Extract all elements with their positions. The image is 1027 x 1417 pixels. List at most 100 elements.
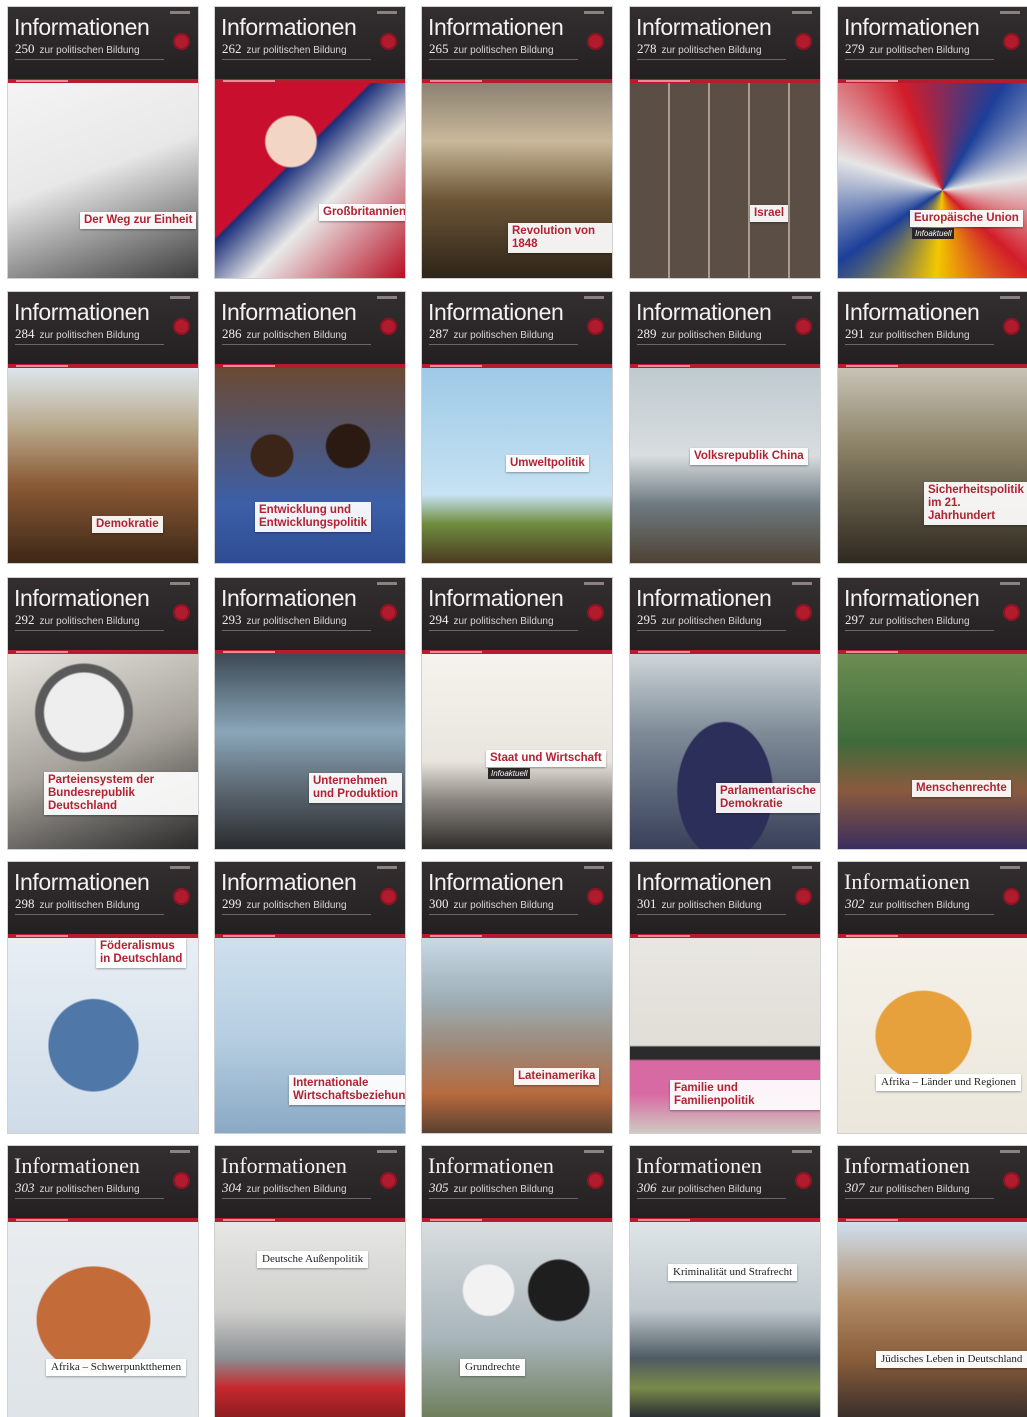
cover-card[interactable]: Informationen 298 zur politischen Bildung F… — [8, 862, 198, 1133]
corner-mark — [584, 582, 604, 585]
issue-number: 300 — [429, 896, 449, 911]
cover-card[interactable]: Informationen 289 zur politischen Bildung V… — [630, 292, 820, 563]
topic-label: Großbritannien — [319, 204, 405, 221]
issue-number: 294 — [429, 612, 449, 627]
topic-label: Föderalismus in Deutschland — [96, 938, 187, 968]
series-subtitle: zur politischen Bildung — [246, 330, 347, 341]
topic-label: Revolution von 1848 — [508, 223, 612, 253]
series-subtitle: zur politischen Bildung — [869, 45, 970, 56]
seal-icon — [795, 604, 812, 621]
topic-label: Volksrepublik China — [690, 448, 808, 465]
header-rule — [637, 1198, 786, 1199]
cover-card[interactable]: Informationen 284 zur politischen Bildung D… — [8, 292, 198, 563]
corner-mark — [170, 866, 190, 869]
series-title: Informationen — [636, 1153, 762, 1178]
cover-card[interactable]: Informationen 279 zur politischen Bildung E… — [838, 7, 1027, 278]
header-rule — [222, 914, 371, 915]
corner-mark — [792, 582, 812, 585]
cover-card[interactable]: Informationen 303 zur politischen Bildung A… — [8, 1146, 198, 1417]
issue-number: 284 — [15, 326, 35, 341]
red-strip — [422, 934, 612, 938]
issue-number: 299 — [222, 896, 242, 911]
issue-line: 307 zur politischen Bildung — [845, 1180, 970, 1196]
seal-icon — [587, 604, 604, 621]
header-rule — [637, 59, 786, 60]
series-subtitle: zur politischen Bildung — [246, 616, 347, 627]
series-subtitle: zur politischen Bildung — [39, 1184, 140, 1195]
cover-image — [8, 654, 198, 849]
cover-card[interactable]: Informationen 295 zur politischen Bildung P… — [630, 578, 820, 849]
cover-card[interactable]: Informationen 250 zur politischen Bildung D… — [8, 7, 198, 278]
issue-line: 279 zur politischen Bildung — [845, 41, 970, 57]
corner-mark — [170, 1150, 190, 1153]
cover-card[interactable]: Informationen 297 zur politischen Bildung M… — [838, 578, 1027, 849]
cover-card[interactable]: Informationen 302 zur politischen Bildung A… — [838, 862, 1027, 1133]
issue-line: 262 zur politischen Bildung — [222, 41, 347, 57]
cover-image — [215, 368, 405, 563]
issue-number: 305 — [429, 1180, 449, 1195]
seal-icon — [587, 33, 604, 50]
cover-header: Informationen 305 zur politischen Bildung — [422, 1146, 612, 1222]
issue-number: 291 — [845, 326, 865, 341]
cover-card[interactable]: Informationen 294 zur politischen Bildung S… — [422, 578, 612, 849]
cover-header: Informationen 302 zur politischen Bildung — [838, 862, 1027, 938]
red-strip — [8, 1218, 198, 1222]
issue-number: 298 — [15, 896, 35, 911]
issue-line: 303 zur politischen Bildung — [15, 1180, 140, 1196]
cover-card[interactable]: Informationen 300 zur politischen Bildung L… — [422, 862, 612, 1133]
cover-card[interactable]: Informationen 291 zur politischen Bildung S… — [838, 292, 1027, 563]
series-title: Informationen — [428, 14, 564, 40]
issue-number: 262 — [222, 41, 242, 56]
cover-header: Informationen 286 zur politischen Bildung — [215, 292, 405, 368]
corner-mark — [170, 582, 190, 585]
cover-header: Informationen 293 zur politischen Bildung — [215, 578, 405, 654]
cover-grid: Informationen 250 zur politischen Bildung D… — [0, 0, 1027, 1417]
cover-card[interactable]: Informationen 304 zur politischen Bildung D… — [215, 1146, 405, 1417]
series-title: Informationen — [428, 299, 564, 325]
cover-card[interactable]: Informationen 305 zur politischen Bildung G… — [422, 1146, 612, 1417]
red-strip — [838, 79, 1027, 83]
cover-card[interactable]: Informationen 265 zur politischen Bildung R… — [422, 7, 612, 278]
topic-label: Internationale Wirtschaftsbeziehungen — [289, 1075, 405, 1105]
header-rule — [15, 630, 164, 631]
header-rule — [845, 59, 994, 60]
seal-icon — [1003, 1172, 1020, 1189]
cover-card[interactable]: Informationen 287 zur politischen Bildung U… — [422, 292, 612, 563]
cover-card[interactable]: Informationen 293 zur politischen Bildung U… — [215, 578, 405, 849]
cover-header: Informationen 303 zur politischen Bildung — [8, 1146, 198, 1222]
seal-icon — [1003, 604, 1020, 621]
seal-icon — [1003, 33, 1020, 50]
series-title: Informationen — [636, 869, 772, 895]
series-title: Informationen — [14, 1153, 140, 1178]
series-title: Informationen — [636, 585, 772, 611]
cover-card[interactable]: Informationen 307 zur politischen Bildung J… — [838, 1146, 1027, 1417]
cover-card[interactable]: Informationen 262 zur politischen Bildung G… — [215, 7, 405, 278]
cover-card[interactable]: Informationen 299 zur politischen Bildung I… — [215, 862, 405, 1133]
issue-number: 292 — [15, 612, 35, 627]
cover-image — [838, 654, 1027, 849]
series-subtitle: zur politischen Bildung — [246, 1184, 347, 1195]
series-subtitle: zur politischen Bildung — [869, 616, 970, 627]
cover-card[interactable]: Informationen 278 zur politischen Bildung I… — [630, 7, 820, 278]
issue-line: 306 zur politischen Bildung — [637, 1180, 762, 1196]
seal-icon — [173, 318, 190, 335]
cover-image — [215, 654, 405, 849]
red-strip — [8, 650, 198, 654]
cover-card[interactable]: Informationen 286 zur politischen Bildung E… — [215, 292, 405, 563]
series-subtitle: zur politischen Bildung — [869, 330, 970, 341]
issue-line: 301 zur politischen Bildung — [637, 896, 762, 912]
header-rule — [15, 1198, 164, 1199]
cover-image — [8, 1222, 198, 1417]
corner-mark — [584, 1150, 604, 1153]
corner-mark — [377, 1150, 397, 1153]
cover-card[interactable]: Informationen 301 zur politischen Bildung F… — [630, 862, 820, 1133]
cover-image — [630, 83, 820, 278]
cover-header: Informationen 284 zur politischen Bildung — [8, 292, 198, 368]
cover-card[interactable]: Informationen 306 zur politischen Bildung K… — [630, 1146, 820, 1417]
cover-card[interactable]: Informationen 292 zur politischen Bildung P… — [8, 578, 198, 849]
issue-line: 291 zur politischen Bildung — [845, 326, 970, 342]
issue-number: 302 — [845, 896, 865, 911]
red-strip — [422, 650, 612, 654]
cover-header: Informationen 289 zur politischen Bildung — [630, 292, 820, 368]
topic-label: Deutsche Außenpolitik — [257, 1251, 369, 1268]
